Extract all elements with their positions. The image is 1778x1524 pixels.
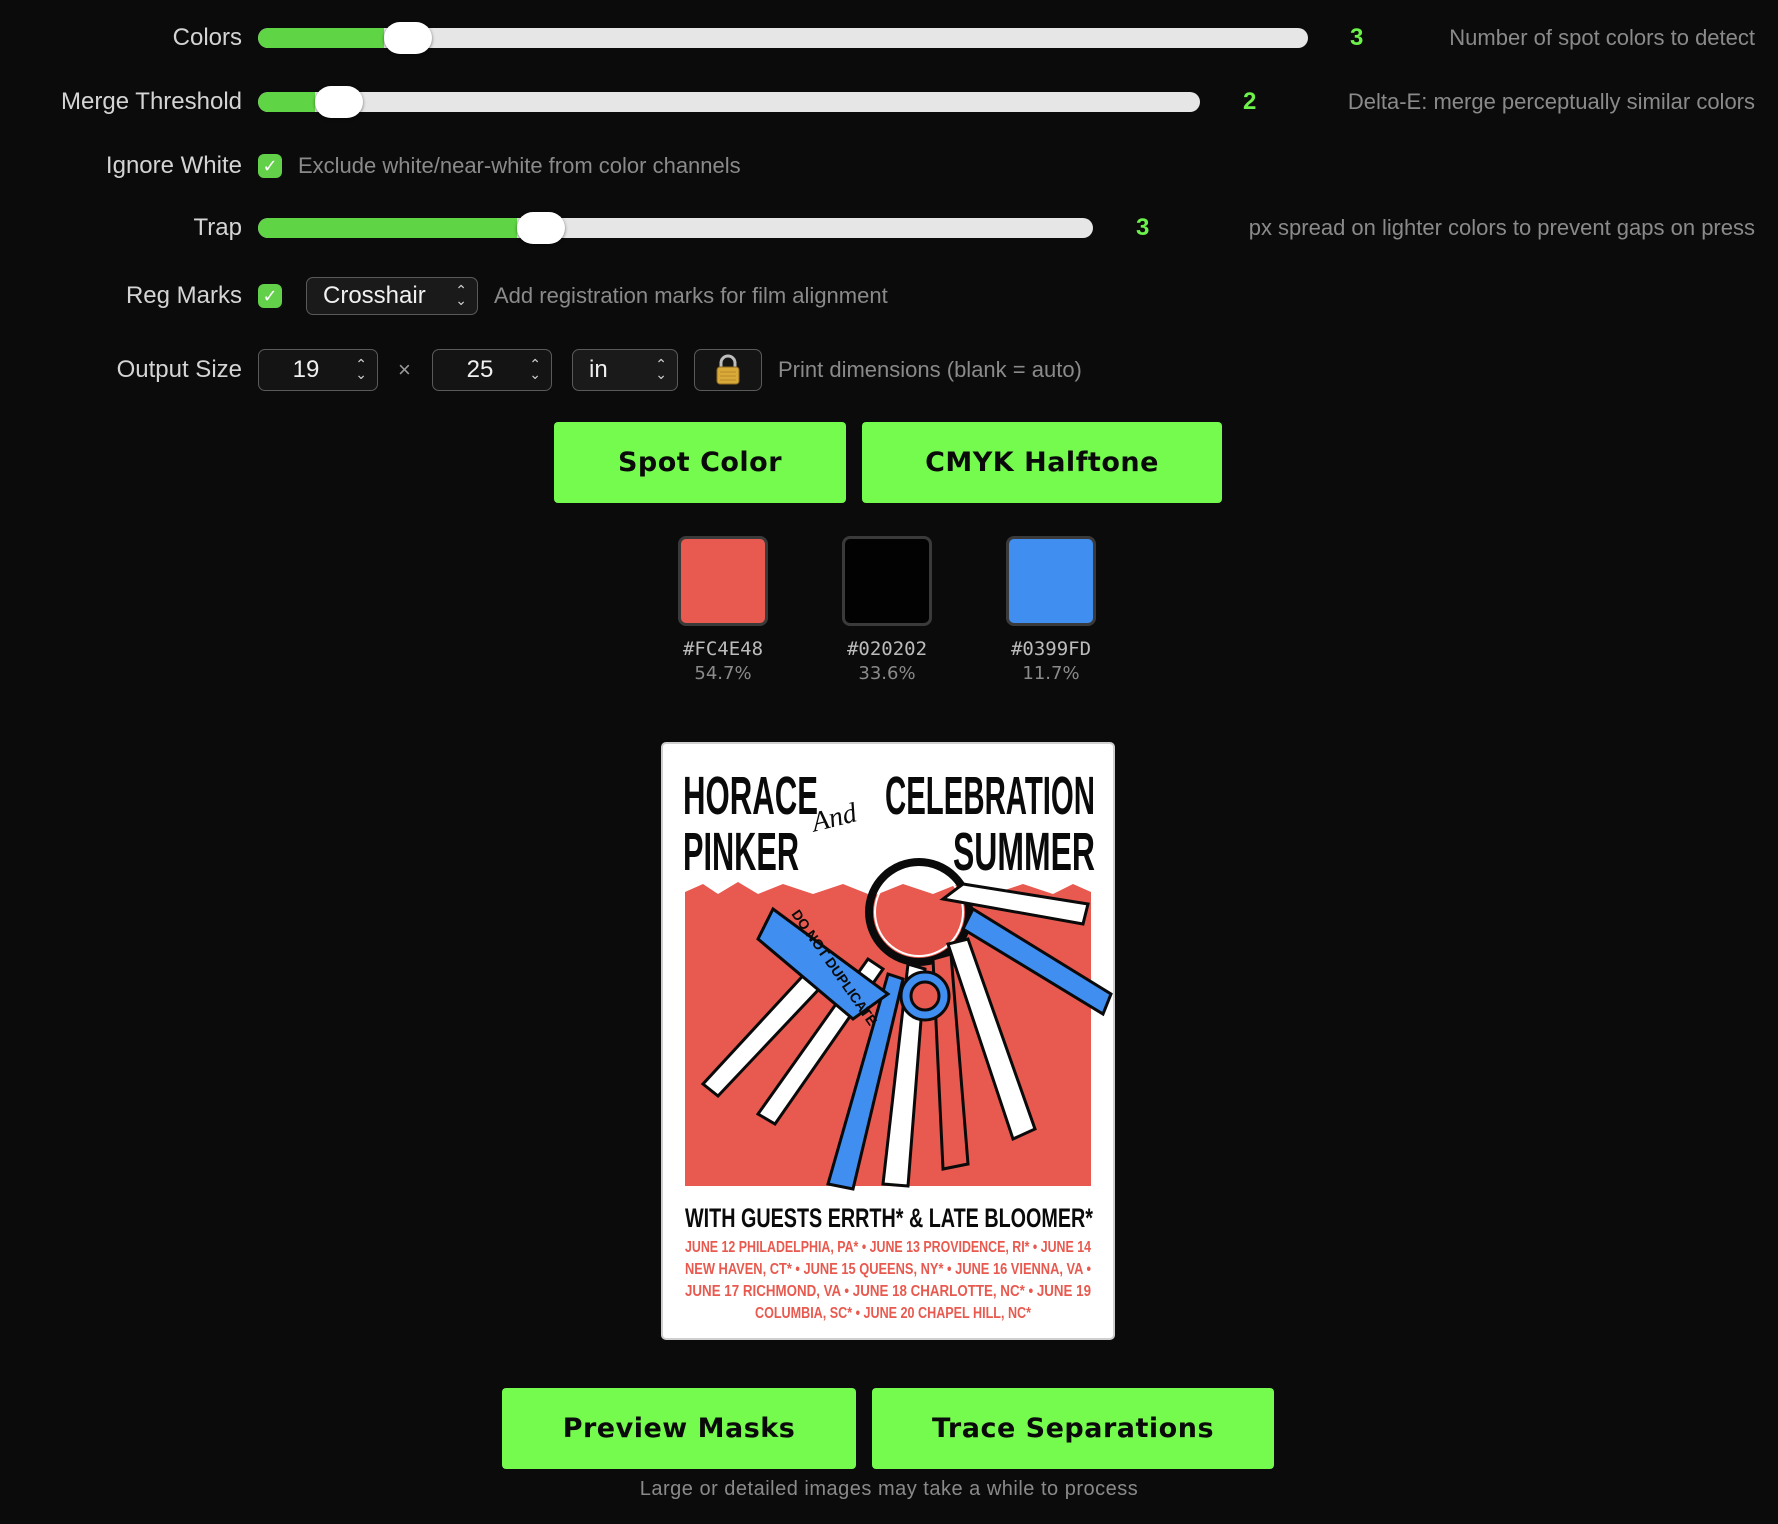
trap-description: px spread on lighter colors to prevent g…: [1248, 215, 1755, 240]
updown-chevron-icon: ⌃ ⌄: [455, 282, 467, 308]
colors-label: Colors: [172, 24, 242, 51]
poster-title-right-1: CELEBRATION: [885, 766, 1095, 826]
aspect-lock-button[interactable]: [694, 349, 762, 391]
swatch-hex: #0399FD: [1010, 638, 1092, 660]
trap-slider[interactable]: [258, 218, 1093, 238]
output-size-description: Print dimensions (blank = auto): [778, 357, 1082, 382]
swatch-item[interactable]: #0399FD 11.7%: [996, 536, 1106, 684]
poster-title-left-2: PINKER: [683, 822, 799, 882]
spot-color-button[interactable]: Spot Color: [554, 422, 846, 503]
output-width-value: 19: [292, 356, 320, 383]
merge-threshold-label: Merge Threshold: [61, 88, 242, 115]
output-unit-selected: in: [589, 356, 608, 383]
processing-note: Large or detailed images may take a whil…: [639, 1478, 1139, 1500]
poster-dates-line: JUNE 12 PHILADELPHIA, PA* • JUNE 13 PROV…: [685, 1239, 1091, 1256]
poster-art: HORACE PINKER CELEBRATION SUMMER And DO …: [683, 766, 1113, 1322]
reg-marks-label: Reg Marks: [125, 282, 242, 309]
reg-marks-row: Reg Marks ✓ Crosshair ⌃ ⌄ Add registratio…: [0, 266, 1778, 326]
swatch-hex: #020202: [846, 638, 928, 660]
ignore-white-checkbox[interactable]: ✓: [258, 154, 282, 178]
trap-value: 3: [1136, 214, 1150, 241]
reg-marks-checkbox[interactable]: ✓: [258, 284, 282, 308]
colors-description: Number of spot colors to detect: [1449, 25, 1755, 50]
poster-title-left-1: HORACE: [683, 766, 818, 826]
reg-marks-style-select[interactable]: Crosshair ⌃ ⌄: [306, 277, 478, 315]
reg-marks-selected: Crosshair: [323, 282, 426, 309]
colors-value: 3: [1350, 24, 1364, 51]
times-sign: ×: [398, 357, 411, 382]
merge-threshold-value: 2: [1243, 88, 1257, 115]
output-unit-select[interactable]: in ⌃ ⌄: [572, 349, 678, 391]
swatch-hex: #FC4E48: [682, 638, 764, 660]
poster-title-right-2: SUMMER: [953, 822, 1095, 882]
trap-slider-fill: [258, 218, 517, 238]
merge-threshold-slider-fill: [258, 92, 315, 112]
color-swatch[interactable]: [842, 536, 932, 626]
stepper-chevron-icon[interactable]: ⌃ ⌄: [529, 357, 541, 381]
trap-row: Trap 3 px spread on lighter colors to pr…: [0, 198, 1778, 258]
ignore-white-row: Ignore White ✓ Exclude white/near-white …: [0, 136, 1778, 196]
output-width-input[interactable]: 19 ⌃ ⌄: [258, 349, 378, 391]
output-height-input[interactable]: 25 ⌃ ⌄: [432, 349, 552, 391]
ignore-white-description: Exclude white/near-white from color chan…: [298, 153, 741, 178]
stepper-chevron-icon[interactable]: ⌃ ⌄: [355, 357, 367, 381]
trace-separations-button[interactable]: Trace Separations: [872, 1388, 1274, 1469]
checkmark-icon: ✓: [262, 155, 278, 176]
preview-masks-button[interactable]: Preview Masks: [502, 1388, 856, 1469]
checkmark-icon: ✓: [262, 285, 278, 306]
output-height-value: 25: [466, 356, 494, 383]
updown-chevron-icon: ⌃ ⌄: [655, 356, 667, 382]
output-size-label: Output Size: [116, 356, 242, 383]
color-swatch[interactable]: [678, 536, 768, 626]
ignore-white-label: Ignore White: [105, 152, 242, 179]
trap-label: Trap: [193, 214, 242, 241]
swatch-percent: 54.7%: [694, 663, 752, 684]
poster-dates-line: JUNE 17 RICHMOND, VA • JUNE 18 CHARLOTTE…: [685, 1283, 1091, 1300]
cmyk-halftone-button[interactable]: CMYK Halftone: [862, 422, 1222, 503]
colors-slider-thumb[interactable]: [384, 22, 432, 54]
merge-threshold-row: Merge Threshold 2 Delta-E: merge percept…: [0, 72, 1778, 132]
reg-marks-description: Add registration marks for film alignmen…: [494, 283, 888, 308]
merge-threshold-slider[interactable]: [258, 92, 1200, 112]
colors-row: Colors 3 Number of spot colors to detect: [0, 8, 1778, 68]
lock-icon: [716, 354, 740, 385]
color-swatch[interactable]: [1006, 536, 1096, 626]
swatch-item[interactable]: #020202 33.6%: [832, 536, 942, 684]
output-size-row: Output Size 19 ⌃ ⌄ × 25 ⌃ ⌄ in ⌃ ⌄ Print di…: [0, 340, 1778, 400]
swatch-percent: 33.6%: [858, 663, 916, 684]
poster-preview: HORACE PINKER CELEBRATION SUMMER And DO …: [661, 742, 1115, 1340]
trap-slider-thumb[interactable]: [516, 212, 565, 244]
colors-slider-fill: [258, 28, 384, 48]
poster-guests: WITH GUESTS ERRTH* & LATE BLOOMER*: [685, 1203, 1093, 1233]
merge-threshold-slider-thumb[interactable]: [314, 86, 363, 118]
poster-dates-line: NEW HAVEN, CT* • JUNE 15 QUEENS, NY* • J…: [685, 1261, 1091, 1278]
swatch-percent: 11.7%: [1022, 663, 1080, 684]
swatch-item[interactable]: #FC4E48 54.7%: [668, 536, 778, 684]
merge-threshold-description: Delta-E: merge perceptually similar colo…: [1347, 89, 1755, 114]
poster-dates-line: COLUMBIA, SC* • JUNE 20 CHAPEL HILL, NC*: [755, 1305, 1032, 1322]
